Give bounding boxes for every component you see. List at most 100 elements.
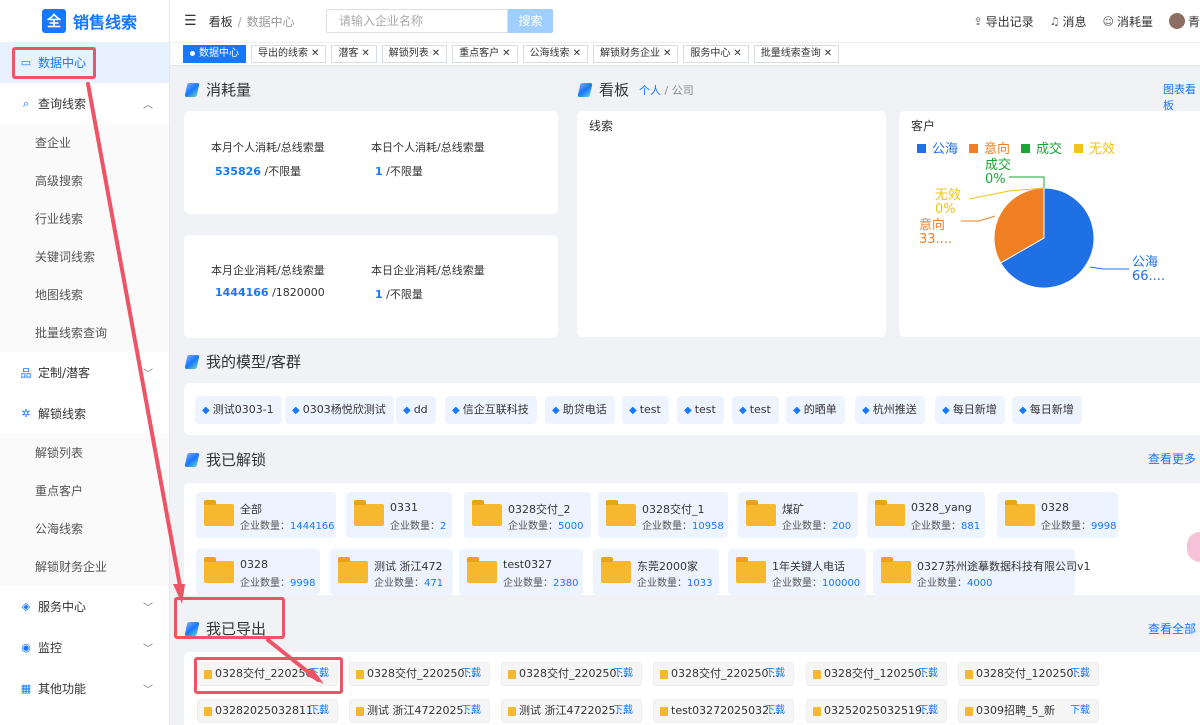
model-chip[interactable]: ◆ test — [677, 396, 724, 424]
folder-card[interactable]: 0328_yang 企业数量：881 — [867, 492, 985, 538]
slice-label-pct: 0% — [935, 202, 956, 217]
search-button[interactable]: 搜索 — [508, 9, 553, 33]
folder-count: 企业数量：2 — [390, 521, 447, 532]
download-link[interactable]: 下载 — [613, 700, 633, 722]
close-icon[interactable]: ✕ — [502, 48, 510, 59]
scope-company-link[interactable]: 公司 — [672, 84, 694, 97]
menu-toggle-icon[interactable]: ☰ — [184, 13, 197, 29]
sidebar-item-monitor[interactable]: ◉ 监控 ﹀ — [0, 627, 169, 668]
folder-card[interactable]: 0328交付_1 企业数量：10958 — [598, 492, 728, 538]
folder-card[interactable]: 煤矿 企业数量：200 — [738, 492, 858, 538]
model-chip[interactable]: ◆ dd — [396, 396, 436, 424]
chart-board-link[interactable]: 图表看板 — [1163, 81, 1200, 113]
export-record-link[interactable]: ⇪ 导出记录 — [973, 13, 1033, 30]
tab-unlock-list[interactable]: 解锁列表 ✕ — [381, 45, 448, 63]
folder-card[interactable]: 全部 企业数量：1444166 — [196, 492, 336, 538]
folder-card[interactable]: 0327苏州途摹数据科技有限公司v1 企业数量：4000 — [873, 549, 1091, 595]
breadcrumb: 看板 / 数据中心 — [208, 14, 295, 29]
app-logo[interactable]: 全 销售线索 — [0, 0, 169, 42]
folder-card[interactable]: 东莞2000家 企业数量：1033 — [593, 549, 719, 595]
sidebar-item-other[interactable]: ▦ 其他功能 ﹀ — [0, 668, 169, 709]
close-icon[interactable]: ✕ — [573, 48, 581, 59]
company-search-input[interactable]: 请输入企业名称 — [326, 9, 508, 33]
model-chip[interactable]: ◆ 0303杨悦欣测试 — [285, 396, 394, 424]
download-link[interactable]: 下载 — [461, 663, 481, 685]
close-icon[interactable]: ✕ — [432, 48, 440, 59]
close-icon[interactable]: ✕ — [361, 48, 369, 59]
folder-card[interactable]: 0328 企业数量：9998 — [997, 492, 1118, 538]
folder-card[interactable]: 1年关键人电话 企业数量：100000 — [728, 549, 866, 595]
download-link[interactable]: 下载 — [918, 700, 938, 722]
unlocked-more-link[interactable]: 查看更多 — [1148, 450, 1196, 467]
sidebar-item-service-center[interactable]: ◈ 服务中心 ﹀ — [0, 586, 169, 627]
download-link[interactable]: 下载 — [765, 663, 785, 685]
sidebar-subitem-batch-query[interactable]: 批量线索查询 — [0, 314, 169, 352]
exported-file: 0328交付_220250... 下载 — [501, 662, 642, 686]
close-icon[interactable]: ✕ — [311, 48, 319, 59]
tab-key-customers[interactable]: 重点客户 ✕ — [452, 45, 518, 63]
sidebar-item-custom-prospects[interactable]: 品 定制/潜客 ﹀ — [0, 352, 169, 393]
sidebar-subitem-keyword-leads[interactable]: 关键词线索 — [0, 238, 169, 276]
tab-public-leads[interactable]: 公海线索 ✕ — [522, 45, 588, 63]
tab-service-center[interactable]: 服务中心 ✕ — [683, 45, 749, 63]
model-chip[interactable]: ◆ 每日新增 — [935, 396, 1005, 424]
company-month-value: 1444166 /1820000 — [215, 286, 325, 299]
sidebar-item-unlock-leads[interactable]: ✲ 解锁线索 — [0, 393, 169, 434]
folder-card[interactable]: 0331 企业数量：2 — [346, 492, 452, 538]
messages-link[interactable]: ♫ 消息 — [1050, 13, 1087, 30]
sidebar-subitem-unlock-finance[interactable]: 解锁财务企业 — [0, 548, 169, 586]
download-link[interactable]: 下载 — [765, 700, 785, 722]
model-chip[interactable]: ◆ 助贷电话 — [545, 396, 615, 424]
model-chip[interactable]: ◆ 每日新增 — [1012, 396, 1082, 424]
model-chip[interactable]: ◆ test — [732, 396, 779, 424]
sidebar-subitem-advanced-search[interactable]: 高级搜索 — [0, 162, 169, 200]
sidebar-subitem-public-leads[interactable]: 公海线索 — [0, 510, 169, 548]
download-link[interactable]: 下载 — [461, 700, 481, 722]
scope-personal-link[interactable]: 个人 — [639, 84, 661, 97]
gear-icon: ✲ — [21, 407, 31, 420]
sidebar-subitem-map-leads[interactable]: 地图线索 — [0, 276, 169, 314]
model-chip[interactable]: ◆ 杭州推送 — [855, 396, 925, 424]
folder-icon — [472, 500, 502, 526]
sidebar-subitem-industry-leads[interactable]: 行业线索 — [0, 200, 169, 238]
close-icon[interactable]: ✕ — [663, 48, 671, 59]
folder-card[interactable]: 0328交付_2 企业数量：5000 — [464, 492, 591, 538]
close-icon[interactable]: ✕ — [733, 48, 741, 59]
folder-card[interactable]: test0327 企业数量：2380 — [459, 549, 583, 595]
model-chip[interactable]: ◆ 信企互联科技 — [445, 396, 537, 424]
export-icon: ⇪ — [973, 14, 983, 28]
model-chip[interactable]: ◆ test — [622, 396, 669, 424]
download-link[interactable]: 下载 — [613, 663, 633, 685]
chevron-down-icon: ﹀ — [143, 685, 153, 696]
user-menu[interactable]: 青 — [1168, 13, 1200, 30]
download-link[interactable]: 下载 — [309, 700, 329, 722]
folder-name: 全部 — [240, 503, 262, 516]
file-name: 0328交付_120250... — [976, 667, 1084, 680]
tab-prospects[interactable]: 潜客 ✕ — [331, 45, 377, 63]
sidebar-subitem-key-customers[interactable]: 重点客户 — [0, 472, 169, 510]
tab-unlock-finance[interactable]: 解锁财务企业 ✕ — [592, 45, 679, 63]
breadcrumb-item-board[interactable]: 看板 — [209, 15, 233, 29]
slice-label-name: 意向 — [919, 217, 945, 233]
exported-more-link[interactable]: 查看全部 — [1148, 620, 1196, 637]
tab-batch-query[interactable]: 批量线索查询 ✕ — [753, 45, 840, 63]
sidebar-item-query-leads[interactable]: ⌕ 查询线索 ︿ — [0, 83, 169, 124]
folder-card[interactable]: 0328 企业数量：9998 — [196, 549, 320, 595]
file-name: 03252025032519... — [824, 704, 933, 717]
tab-data-center[interactable]: 数据中心 — [183, 45, 246, 63]
download-link[interactable]: 下载 — [1070, 663, 1090, 685]
model-chip[interactable]: ◆ 的晒单 — [786, 396, 845, 424]
folder-card[interactable]: 测试 浙江472 企业数量：471 — [330, 549, 453, 595]
close-icon[interactable]: ✕ — [824, 48, 832, 59]
folder-name: 0328交付_2 — [508, 503, 571, 516]
download-link[interactable]: 下载 — [918, 663, 938, 685]
chevron-down-icon: ﹀ — [143, 644, 153, 655]
cube-icon: ◆ — [1019, 405, 1027, 416]
model-chip[interactable]: ◆ 测试0303-1 — [195, 396, 282, 424]
sidebar-subitem-find-company[interactable]: 查企业 — [0, 124, 169, 162]
file-name: 0328交付_220250... — [519, 667, 627, 680]
tab-exported-leads[interactable]: 导出的线索 ✕ — [251, 45, 327, 63]
download-link[interactable]: 下载 — [1070, 700, 1090, 722]
sidebar-subitem-unlock-list[interactable]: 解锁列表 — [0, 434, 169, 472]
consumption-link[interactable]: ☺ 消耗量 — [1103, 13, 1153, 30]
